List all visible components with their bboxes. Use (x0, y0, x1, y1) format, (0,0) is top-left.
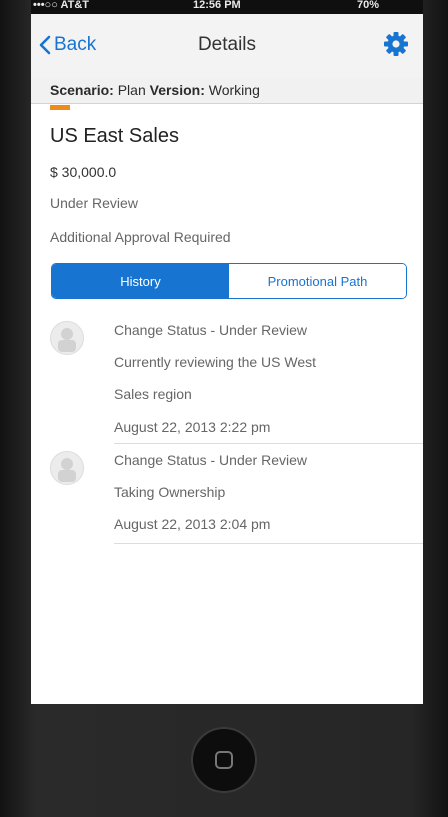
scenario-label: Scenario: (50, 82, 114, 98)
history-action: Change Status - Under Review (114, 452, 307, 468)
divider (114, 543, 423, 544)
navigation-bar: Back Details (31, 14, 423, 78)
battery-label: 70% (357, 0, 380, 11)
segmented-control: History Promotional Path (51, 263, 407, 299)
history-timestamp: August 22, 2013 2:04 pm (114, 516, 271, 532)
scenario-value: Plan (117, 82, 146, 98)
home-button[interactable] (191, 727, 257, 793)
history-comment: Currently reviewing the US West (114, 354, 317, 370)
carrier-label: •••○○ AT&T (33, 0, 89, 11)
history-comment: Sales region (114, 386, 192, 402)
avatar (50, 451, 84, 485)
status-time: 12:56 PM (193, 0, 241, 11)
status-bar: •••○○ AT&T 12:56 PM 70% (31, 0, 423, 14)
home-square-icon (215, 751, 233, 769)
divider (114, 443, 423, 444)
version-label: Version: (149, 82, 205, 98)
history-item[interactable]: Change Status - Under Review Currently r… (31, 316, 423, 444)
status-text: Under Review (50, 195, 138, 211)
gear-icon (384, 32, 408, 56)
history-timestamp: August 22, 2013 2:22 pm (114, 419, 271, 435)
history-action: Change Status - Under Review (114, 322, 307, 338)
scenario-bar: Scenario: Plan Version: Working (31, 78, 423, 104)
approval-text: Additional Approval Required (50, 229, 231, 245)
page-title: Details (197, 34, 257, 55)
phone-frame: •••○○ AT&T 12:56 PM 70% Back Details Sce… (0, 0, 448, 817)
status-color-marker (50, 105, 70, 110)
user-icon (58, 458, 76, 482)
avatar (50, 321, 84, 355)
tab-promotional-path[interactable]: Promotional Path (229, 264, 406, 298)
amount-value: $ 30,000.0 (50, 164, 117, 180)
settings-button[interactable] (382, 30, 410, 63)
app-screen: Back Details Scenario: Plan Version: Wor… (31, 14, 423, 704)
history-item[interactable]: Change Status - Under Review Taking Owne… (31, 446, 423, 546)
user-icon (58, 328, 76, 352)
entity-title: US East Sales (50, 125, 179, 147)
tab-history[interactable]: History (52, 264, 229, 298)
history-comment: Taking Ownership (114, 484, 226, 500)
version-value: Working (208, 82, 260, 98)
